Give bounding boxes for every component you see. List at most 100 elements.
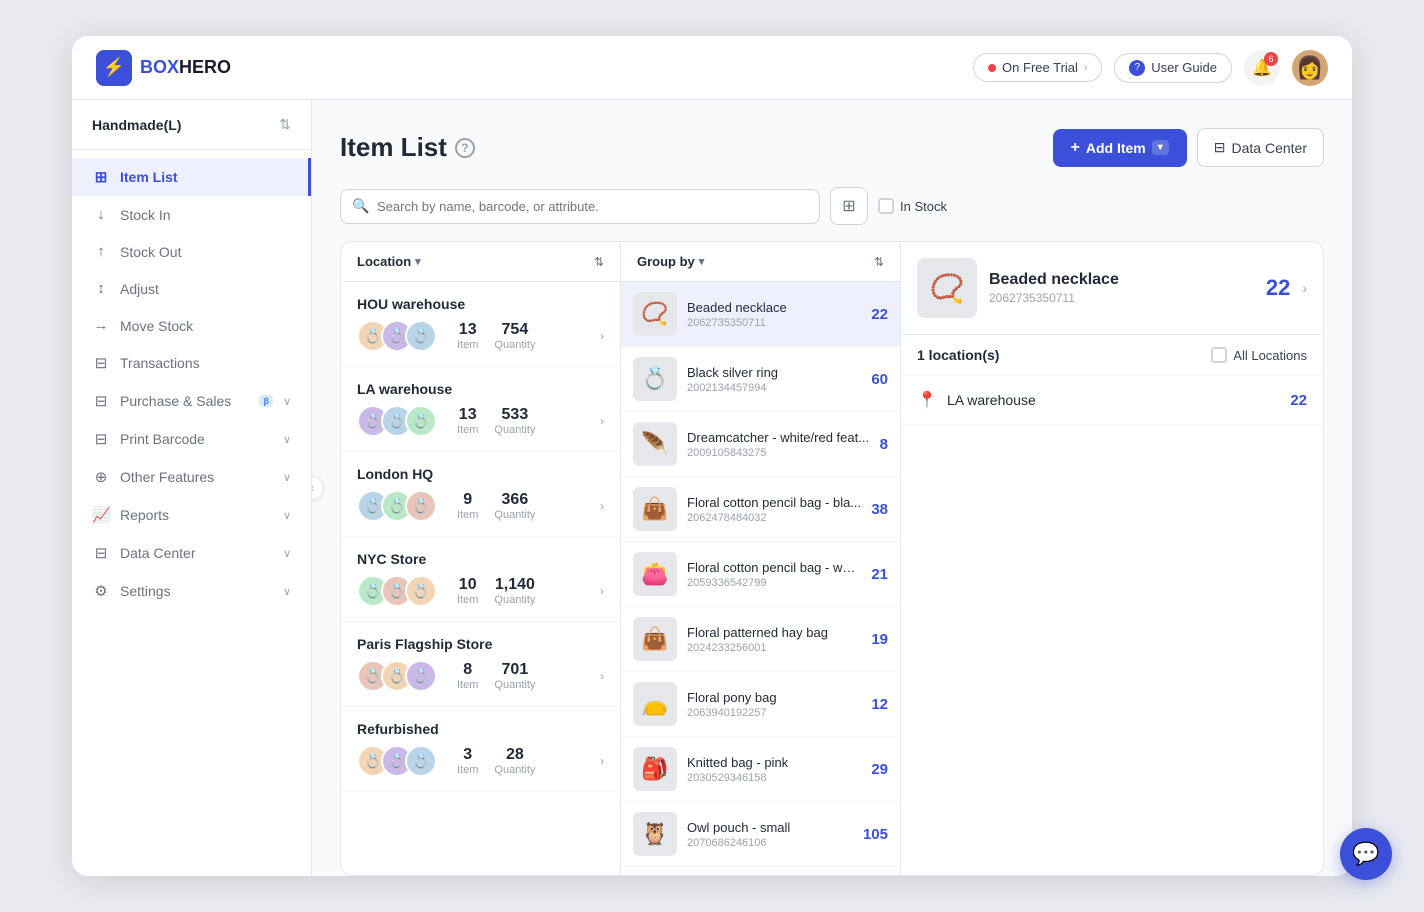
barcode-scan-button[interactable]: ⊞ xyxy=(830,187,868,225)
stat-qty-label: Quantity xyxy=(494,679,535,691)
item-row[interactable]: 👝 Floral pony bag 2063940192257 12 xyxy=(621,672,900,737)
sidebar-label-other-features: Other Features xyxy=(120,469,273,485)
item-name: Floral patterned hay bag xyxy=(687,625,861,640)
all-locations-checkbox[interactable] xyxy=(1211,347,1227,363)
user-guide-button[interactable]: ? User Guide xyxy=(1114,53,1232,83)
in-stock-checkbox[interactable] xyxy=(878,198,894,214)
location-az-sort-icon[interactable]: ⇅ xyxy=(594,255,604,269)
sidebar-label-data-center: Data Center xyxy=(120,545,273,561)
header-actions: On Free Trial › ? User Guide 🔔 6 👩 xyxy=(973,50,1328,86)
trial-dot xyxy=(988,64,996,72)
item-row[interactable]: 👜 Floral patterned hay bag 2024233256001… xyxy=(621,607,900,672)
sidebar-label-item-list: Item List xyxy=(120,169,288,185)
stat-items-label: Item xyxy=(457,424,478,436)
sidebar-item-reports[interactable]: 📈 Reports ∨ xyxy=(72,496,311,534)
location-name: London HQ xyxy=(357,466,604,482)
location-item[interactable]: LA warehouse 💍💍💍 13 Item 533 Quantity › xyxy=(341,367,620,452)
location-stats: 💍💍💍 10 Item 1,140 Quantity › xyxy=(357,575,604,607)
sidebar-item-settings[interactable]: ⚙ Settings ∨ xyxy=(72,572,311,610)
detail-info: Beaded necklace 2062735350711 xyxy=(989,271,1254,305)
item-row[interactable]: 📿 Beaded necklace 2062735350711 22 xyxy=(621,282,900,347)
sidebar-item-print-barcode[interactable]: ⊟ Print Barcode ∨ xyxy=(72,420,311,458)
move-stock-icon: → xyxy=(92,317,110,334)
stat-group-items: 8 Item xyxy=(457,661,478,691)
stat-items-value: 8 xyxy=(463,661,472,679)
location-sort-button[interactable]: Location ▾ xyxy=(357,254,421,269)
add-item-button[interactable]: + Add Item ▾ xyxy=(1053,129,1187,167)
location-item[interactable]: Refurbished 💍💍💍 3 Item 28 Quantity › xyxy=(341,707,620,792)
thumbnail-circle: 💍 xyxy=(405,660,437,692)
item-row[interactable]: 💍 Black silver ring 2002134457994 60 xyxy=(621,347,900,412)
location-item[interactable]: NYC Store 💍💍💍 10 Item 1,140 Quantity › xyxy=(341,537,620,622)
stat-group-items: 3 Item xyxy=(457,746,478,776)
item-barcode: 2063940192257 xyxy=(687,707,861,719)
item-quantity: 38 xyxy=(871,501,888,518)
in-stock-filter[interactable]: In Stock xyxy=(878,198,947,214)
main-layout: Handmade(L) ⇅ ⊞ Item List ↓ Stock In ↑ S… xyxy=(72,100,1352,876)
item-quantity: 60 xyxy=(871,371,888,388)
sidebar-item-transactions[interactable]: ⊟ Transactions xyxy=(72,344,311,382)
search-input[interactable] xyxy=(340,189,820,224)
sidebar-item-data-center[interactable]: ⊟ Data Center ∨ xyxy=(72,534,311,572)
chat-button[interactable]: 💬 xyxy=(1340,828,1392,880)
data-center-btn-icon: ⊟ xyxy=(1214,139,1226,156)
notification-badge: 6 xyxy=(1264,52,1278,66)
groupby-sort-button[interactable]: Group by ▾ xyxy=(637,254,704,269)
sidebar-label-settings: Settings xyxy=(120,583,273,599)
data-center-button[interactable]: ⊟ Data Center xyxy=(1197,128,1324,167)
location-thumbnails: 💍💍💍 xyxy=(357,660,437,692)
notification-button[interactable]: 🔔 6 xyxy=(1244,50,1280,86)
item-row[interactable]: 🪶 Dreamcatcher - white/red feat... 20091… xyxy=(621,412,900,477)
item-row[interactable]: 👛 Floral cotton pencil bag - white 20593… xyxy=(621,542,900,607)
purchase-sales-chevron-icon: ∨ xyxy=(283,395,291,408)
plus-icon: + xyxy=(1071,139,1080,157)
sidebar-item-adjust[interactable]: ↕ Adjust xyxy=(72,270,311,307)
item-info: Black silver ring 2002134457994 xyxy=(687,365,861,394)
item-row[interactable]: 🦉 Owl pouch - small 2070686246106 105 xyxy=(621,802,900,867)
all-locations-filter[interactable]: All Locations xyxy=(1211,347,1307,363)
location-name: HOU warehouse xyxy=(357,296,604,312)
workspace-toggle-icon: ⇅ xyxy=(279,116,291,133)
item-name: Knitted bag - pink xyxy=(687,755,861,770)
content-inner: Item List ? + Add Item ▾ ⊟ Data Center xyxy=(312,100,1352,876)
location-detail-name: LA warehouse xyxy=(947,392,1280,408)
sidebar-nav: ⊞ Item List ↓ Stock In ↑ Stock Out ↕ Adj… xyxy=(72,150,311,876)
sidebar-item-item-list[interactable]: ⊞ Item List xyxy=(72,158,311,196)
thumbnail-circle: 💍 xyxy=(405,490,437,522)
items-list: 📿 Beaded necklace 2062735350711 22 💍 Bla… xyxy=(621,282,900,875)
beta-badge: β xyxy=(259,395,273,407)
location-item[interactable]: HOU warehouse 💍💍💍 13 Item 754 Quantity › xyxy=(341,282,620,367)
item-row[interactable]: 👜 Floral cotton pencil bag - bla... 2062… xyxy=(621,477,900,542)
location-item[interactable]: Paris Flagship Store 💍💍💍 8 Item 701 Quan… xyxy=(341,622,620,707)
item-row[interactable]: 🎒 Knitted bag - pink 2030529346158 29 xyxy=(621,737,900,802)
workspace-selector[interactable]: Handmade(L) ⇅ xyxy=(72,100,311,150)
sidebar-item-stock-out[interactable]: ↑ Stock Out xyxy=(72,233,311,270)
trial-button[interactable]: On Free Trial › xyxy=(973,53,1102,82)
item-barcode: 2070686246106 xyxy=(687,837,853,849)
detail-quantity: 22 xyxy=(1266,275,1290,301)
stat-qty-label: Quantity xyxy=(494,509,535,521)
items-az-sort-icon[interactable]: ⇅ xyxy=(874,255,884,269)
stat-items-value: 10 xyxy=(459,576,477,594)
sidebar-item-purchase-sales[interactable]: ⊟ Purchase & Sales β ∨ xyxy=(72,382,311,420)
sidebar: Handmade(L) ⇅ ⊞ Item List ↓ Stock In ↑ S… xyxy=(72,100,312,876)
reports-chevron-icon: ∨ xyxy=(283,509,291,522)
location-name: Paris Flagship Store xyxy=(357,636,604,652)
header: ⚡ BOXHERO On Free Trial › ? User Guide 🔔… xyxy=(72,36,1352,100)
sidebar-item-move-stock[interactable]: → Move Stock xyxy=(72,307,311,344)
stat-qty-label: Quantity xyxy=(494,424,535,436)
stat-group-items: 13 Item xyxy=(457,321,478,351)
location-name: NYC Store xyxy=(357,551,604,567)
location-item[interactable]: London HQ 💍💍💍 9 Item 366 Quantity › xyxy=(341,452,620,537)
detail-navigate-icon[interactable]: › xyxy=(1302,280,1307,296)
sidebar-label-reports: Reports xyxy=(120,507,273,523)
location-chevron-icon: › xyxy=(600,584,604,598)
purchase-sales-icon: ⊟ xyxy=(92,392,110,410)
sidebar-item-stock-in[interactable]: ↓ Stock In xyxy=(72,196,311,233)
user-avatar[interactable]: 👩 xyxy=(1292,50,1328,86)
item-info: Owl pouch - small 2070686246106 xyxy=(687,820,853,849)
help-icon[interactable]: ? xyxy=(455,138,475,158)
logo-text: BOXHERO xyxy=(140,57,231,78)
sidebar-item-other-features[interactable]: ⊕ Other Features ∨ xyxy=(72,458,311,496)
item-thumbnail: 🎒 xyxy=(633,747,677,791)
